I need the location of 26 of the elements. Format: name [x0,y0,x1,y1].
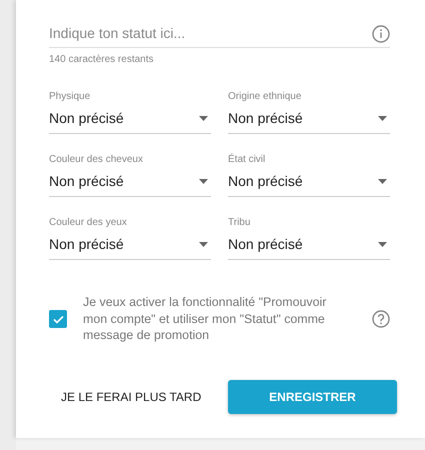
dropdown-field[interactable]: Non précisé [49,104,211,134]
dropdown-field[interactable]: Non précisé [228,230,390,260]
checkbox[interactable] [49,310,67,328]
caret-icon [378,242,387,247]
field-label: Origine ethnique [228,90,302,104]
caret-icon [199,179,208,184]
field-label: Physique [49,90,92,104]
status-field[interactable]: Indique ton statut ici... [49,23,372,44]
dropdown-field[interactable]: Non précisé [49,230,211,260]
field-label: Couleur des cheveux [49,153,144,167]
caret-icon [378,179,387,184]
info-icon [372,24,390,42]
field-label: Tribu [228,216,252,230]
character-counter: 140 caractères restants [49,53,154,67]
caret-icon [199,242,208,247]
dropdown-field[interactable]: Non précisé [49,167,211,197]
check-icon [52,314,64,324]
help-icon [372,310,390,328]
later-button[interactable]: JE LE FERAI PLUS TARD [51,378,212,416]
caret-icon [378,116,387,121]
dropdown-field[interactable]: Non précisé [228,104,390,134]
field-label: État civil [228,152,266,167]
dropdown-field[interactable]: Non précisé [228,167,390,197]
field-label: Couleur des yeux [49,216,128,230]
checkbox-label: Je veux activer la fonctionnalité "Promouvoir mon compte" et utiliser mon "Statut" comme message de promotion [83,294,328,344]
caret-icon [199,116,208,121]
